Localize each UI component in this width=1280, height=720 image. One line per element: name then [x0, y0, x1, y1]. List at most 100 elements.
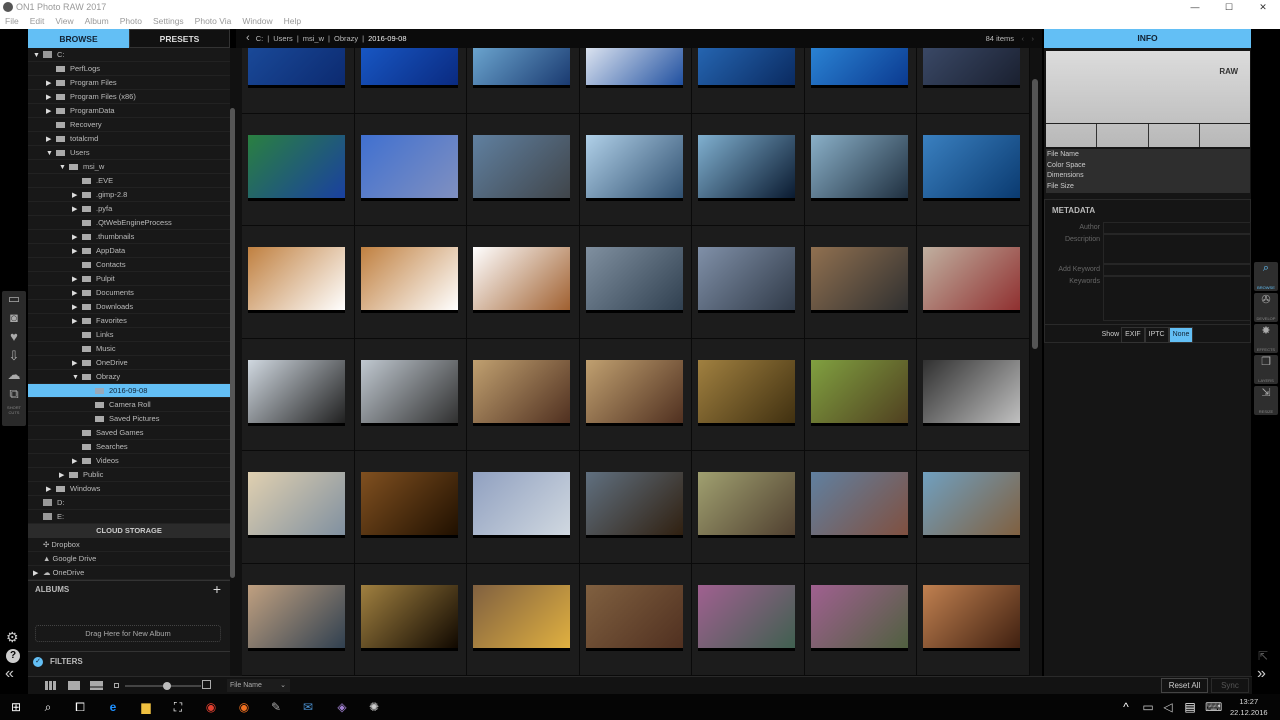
- photo-cell[interactable]: [804, 563, 917, 676]
- expand-arrow-icon[interactable]: ▶: [72, 357, 82, 371]
- tree-item[interactable]: .EVE: [28, 174, 230, 188]
- menu-settings[interactable]: Settings: [153, 14, 184, 29]
- photo-cell[interactable]: [242, 226, 355, 339]
- menu-photo[interactable]: Photo: [120, 14, 142, 29]
- photo-cell[interactable]: [917, 451, 1030, 564]
- tree-item[interactable]: ▶ ProgramData: [28, 104, 230, 118]
- photo-thumbnail[interactable]: [810, 472, 908, 538]
- keyboard-icon[interactable]: ⌨: [1205, 699, 1222, 715]
- gimp-icon[interactable]: ✎: [268, 699, 284, 715]
- module-effects[interactable]: ✸ EFFECTS: [1254, 324, 1278, 353]
- tree-item[interactable]: .QtWebEngineProcess: [28, 216, 230, 230]
- photo-cell[interactable]: [692, 48, 805, 114]
- photo-thumbnail[interactable]: [698, 247, 795, 313]
- photo-thumbnail[interactable]: [248, 247, 345, 313]
- back-icon[interactable]: ‹: [246, 32, 250, 44]
- tree-item[interactable]: Camera Roll: [28, 398, 230, 412]
- photo-cell[interactable]: [579, 226, 692, 339]
- expand-arrow-icon[interactable]: ▶: [59, 469, 69, 483]
- import-icon[interactable]: ⇩: [2, 348, 26, 367]
- network-icon[interactable]: ▭: [1140, 699, 1156, 715]
- tree-item[interactable]: ▼ C:: [28, 48, 230, 62]
- maximize-button[interactable]: ☐: [1212, 0, 1246, 14]
- photo-cell[interactable]: [692, 563, 805, 676]
- expand-arrow-icon[interactable]: ▶: [72, 189, 82, 203]
- tab-info[interactable]: INFO: [1044, 29, 1251, 48]
- photo-cell[interactable]: [467, 226, 580, 339]
- photo-cell[interactable]: [242, 338, 355, 451]
- sync-button[interactable]: Sync: [1211, 678, 1249, 693]
- cloud-icon[interactable]: ☁: [2, 367, 26, 386]
- photo-cell[interactable]: [579, 563, 692, 676]
- photo-cell[interactable]: [804, 451, 917, 564]
- photo-cell[interactable]: [579, 48, 692, 114]
- photo-cell[interactable]: [917, 48, 1030, 114]
- expand-arrow-icon[interactable]: ▶: [72, 315, 82, 329]
- photo-thumbnail[interactable]: [473, 359, 570, 426]
- grid-view-icon[interactable]: [45, 681, 57, 690]
- new-album-dropzone[interactable]: Drag Here for New Album: [35, 625, 221, 642]
- photo-cell[interactable]: [242, 563, 355, 676]
- photo-thumbnail[interactable]: [810, 247, 908, 313]
- photo-cell[interactable]: [467, 338, 580, 451]
- tray-chevron-icon[interactable]: ^: [1118, 699, 1134, 715]
- photo-cell[interactable]: [804, 226, 917, 339]
- tree-item[interactable]: ▶ OneDrive: [28, 356, 230, 370]
- photo-thumbnail[interactable]: [923, 134, 1020, 201]
- expand-arrow-icon[interactable]: ▶: [72, 273, 82, 287]
- tree-item[interactable]: ▶ Downloads: [28, 300, 230, 314]
- meta-input-author[interactable]: [1103, 222, 1251, 234]
- photo-cell[interactable]: [692, 338, 805, 451]
- expand-arrow-icon[interactable]: ▶: [72, 245, 82, 259]
- notifications-icon[interactable]: ▤: [1182, 699, 1198, 715]
- photo-cell[interactable]: [354, 338, 467, 451]
- expand-arrow-icon[interactable]: ▶: [72, 301, 82, 315]
- tree-item[interactable]: ▼ Users: [28, 146, 230, 160]
- photo-cell[interactable]: [692, 113, 805, 226]
- photo-cell[interactable]: [242, 113, 355, 226]
- photo-cell[interactable]: [917, 226, 1030, 339]
- tree-item[interactable]: Music: [28, 342, 230, 356]
- photo-thumbnail[interactable]: [923, 472, 1020, 538]
- expand-arrow-icon[interactable]: ▶: [33, 567, 43, 581]
- tree-item[interactable]: 2016-09-08: [28, 384, 230, 398]
- photo-cell[interactable]: [467, 451, 580, 564]
- file-explorer-icon[interactable]: ▆: [138, 699, 154, 715]
- slider-knob[interactable]: [162, 682, 171, 690]
- tree-item[interactable]: ▶ Favorites: [28, 314, 230, 328]
- photo-thumbnail[interactable]: [473, 134, 570, 201]
- tree-item[interactable]: Contacts: [28, 258, 230, 272]
- edge-icon[interactable]: e: [105, 699, 121, 715]
- tree-item[interactable]: E:: [28, 510, 230, 524]
- photo-thumbnail[interactable]: [585, 134, 683, 201]
- photo-thumbnail[interactable]: [698, 472, 795, 538]
- collapse-left-icon[interactable]: «: [5, 665, 14, 683]
- photo-thumbnail[interactable]: [923, 247, 1020, 313]
- expand-arrow-icon[interactable]: ▶: [72, 287, 82, 301]
- show-exif-button[interactable]: EXIF: [1121, 327, 1145, 343]
- photo-cell[interactable]: [354, 563, 467, 676]
- photo-thumbnail[interactable]: [585, 472, 683, 538]
- expand-arrow-icon[interactable]: ▶: [72, 231, 82, 245]
- module-resize[interactable]: ⇲ RESIZE: [1254, 386, 1278, 415]
- breadcrumb-item[interactable]: Obrazy: [334, 34, 358, 43]
- prev-icon[interactable]: ‹: [1022, 29, 1025, 48]
- photo-cell[interactable]: [804, 338, 917, 451]
- firefox-icon[interactable]: ◉: [236, 699, 252, 715]
- photo-cell[interactable]: [242, 48, 355, 114]
- photo-cell[interactable]: [804, 113, 917, 226]
- breadcrumb-item[interactable]: C:: [256, 34, 264, 43]
- tree-item[interactable]: ▶ AppData: [28, 244, 230, 258]
- photo-cell[interactable]: [354, 113, 467, 226]
- single-view-icon[interactable]: [68, 681, 80, 690]
- tree-item[interactable]: ▶ Program Files (x86): [28, 90, 230, 104]
- grid-scrollbar[interactable]: [1032, 79, 1038, 349]
- tree-item[interactable]: D:: [28, 496, 230, 510]
- menu-file[interactable]: File: [5, 14, 19, 29]
- photo-thumbnail[interactable]: [248, 472, 345, 538]
- photo-thumbnail[interactable]: [923, 584, 1020, 651]
- thunderbird-icon[interactable]: ✉: [300, 699, 316, 715]
- tree-item[interactable]: Searches: [28, 440, 230, 454]
- tab-presets[interactable]: PRESETS: [129, 29, 230, 48]
- expand-arrow-icon[interactable]: ▶: [46, 133, 56, 147]
